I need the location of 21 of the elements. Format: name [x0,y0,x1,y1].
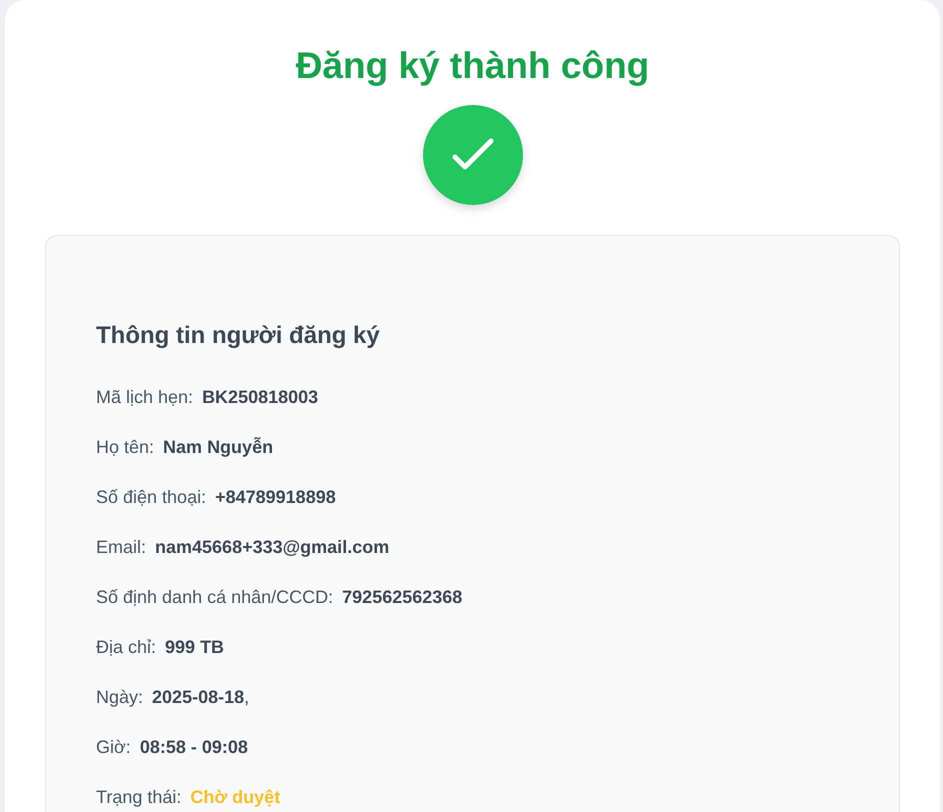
field-value: 2025-08-18, [152,686,250,709]
field-value: Nam Nguyễn [163,436,274,459]
field-label: Email: [96,536,146,559]
field-label: Mã lịch hẹn: [96,386,194,409]
field-value: 792562562368 [342,586,462,609]
field-label: Họ tên: [96,436,154,459]
check-icon [422,105,522,205]
field-label: Giờ: [96,736,131,759]
field-label: Trạng thái: [96,786,182,809]
field-label: Số định danh cá nhân/CCCD: [96,586,334,609]
field-value: BK250818003 [202,386,318,409]
field-label: Ngày: [96,686,144,709]
field-value: nam45668+333@gmail.com [155,536,390,559]
success-title: Đăng ký thành công [296,44,650,88]
field-label: Địa chỉ: [96,636,156,659]
field-value: +84789918898 [215,486,336,509]
field-label: Số điện thoại: [96,486,206,509]
field-value: 08:58 - 09:08 [140,736,248,759]
status-text: Chờ duyệt [190,786,280,809]
field-value: 999 TB [165,636,224,659]
details-heading: Thông tin người đăng ký [96,321,380,351]
